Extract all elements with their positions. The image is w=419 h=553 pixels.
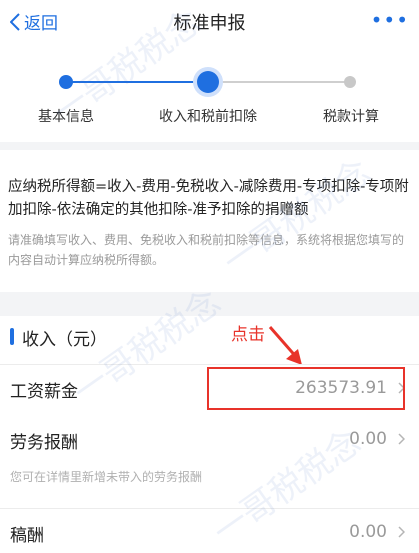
row-label: 劳务报酬 <box>10 433 78 453</box>
list-item-labor[interactable]: 劳务报酬 0.00 <box>0 416 419 464</box>
row-value: 0.00 <box>349 522 387 542</box>
step-line-done <box>66 81 208 83</box>
click-annotation: 点击 <box>231 325 265 345</box>
row-label: 稿酬 <box>10 526 44 546</box>
row-label: 工资薪金 <box>10 382 78 402</box>
formula-note: 请准确填写收入、费用、免税收入和税前扣除等信息，系统将根据您填写的内容自动计算应… <box>8 233 405 267</box>
step-label-tax: 税款计算 <box>323 109 379 125</box>
row-value: 0.00 <box>349 429 387 449</box>
step-label-income: 收入和税前扣除 <box>159 109 257 125</box>
step-dot-basic <box>59 75 73 89</box>
formula-text: 应纳税所得额=收入-费用-免税收入-减除费用-专项扣除-专项附加扣除-依法确定的… <box>8 179 409 218</box>
chevron-right-icon <box>398 433 405 445</box>
step-label-basic: 基本信息 <box>38 109 94 125</box>
list-item-royalty[interactable]: 稿酬 0.00 <box>0 508 419 553</box>
income-title: 收入（元） <box>22 330 107 350</box>
highlight-box <box>207 367 405 410</box>
section-bar <box>10 328 14 345</box>
income-header: 收入（元） 点击 <box>0 316 419 365</box>
labor-hint: 您可在详情里新增未带入的劳务报酬 <box>10 470 203 484</box>
page-title: 标准申报 <box>173 13 246 34</box>
step-dot-tax <box>344 76 356 88</box>
income-section: 收入（元） 点击 工资薪金 263573.91 劳务报酬 0.00 您可在详情里… <box>0 316 419 553</box>
step-line-pending <box>208 81 350 83</box>
step-dot-income <box>197 71 219 93</box>
formula-card: 应纳税所得额=收入-费用-免税收入-减除费用-专项扣除-专项附加扣除-依法确定的… <box>0 150 419 292</box>
nav-bar: 返回 标准申报 ••• <box>0 0 419 44</box>
more-icon[interactable]: ••• <box>371 8 409 32</box>
progress-steps: 基本信息 收入和税前扣除 税款计算 <box>0 44 419 142</box>
chevron-right-icon <box>398 526 405 538</box>
arrow-icon <box>268 326 302 365</box>
